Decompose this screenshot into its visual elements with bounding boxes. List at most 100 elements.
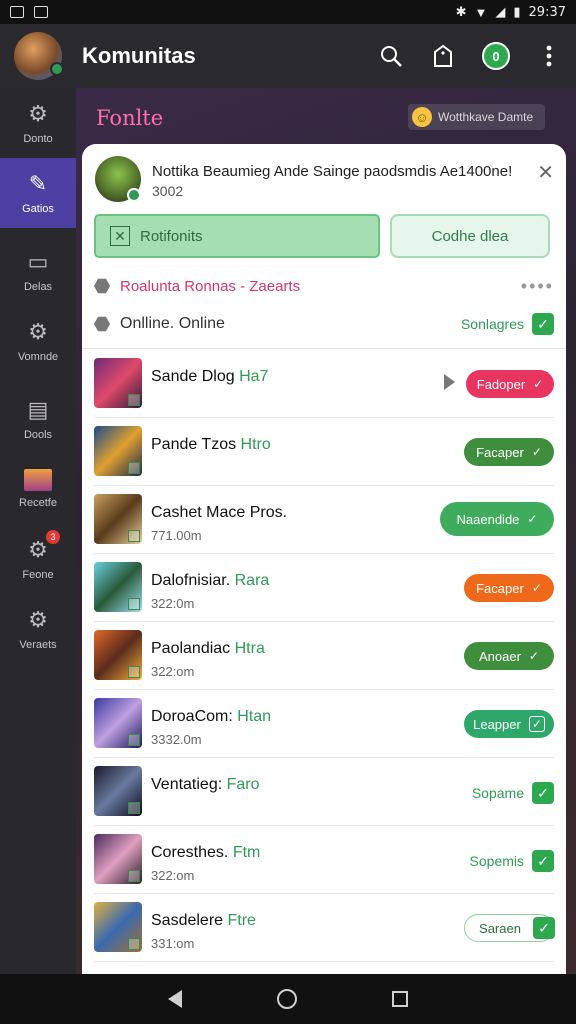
game-thumbnail [94,766,142,816]
item-name: DoroaCom: [151,708,233,725]
action-button[interactable]: Fadoper ✓ [466,370,554,398]
action-label: Sopemis [469,853,524,869]
item-name: Cashet Mace Pros. [151,504,288,521]
primary-button-label: Rotifonits [140,227,203,245]
item-sub: 322:om [151,664,195,679]
sheet-sub: 3002 [152,183,184,200]
action-label: Facaper [476,444,524,460]
list-item[interactable]: DoroaCom: Htan 3332.0m Leapper ✓ [94,690,554,758]
item-sub: 322:0m [151,596,195,611]
more-horiz-icon[interactable]: •••• [521,276,554,297]
close-box-icon: ✕ [110,226,130,246]
item-highlight: Ha7 [239,368,269,385]
rail-item-label: Gatios [22,203,54,215]
document-icon: ▤ [27,397,49,422]
gear-icon: ⚙ [28,101,48,126]
check-icon: ✓ [528,649,539,663]
game-thumbnail [94,698,142,748]
item-highlight: Htra [234,640,265,657]
rail-item-label: Dools [23,429,53,441]
item-sub: 771.00m [151,528,202,543]
game-thumbnail [94,562,142,612]
item-sub: 322:om [151,868,195,883]
list-item[interactable]: Ventatieg: Faro Sopame ✓ [94,758,554,826]
action-label: Anoaer [479,648,521,664]
member-list: Sande Dlog Ha7 Fadoper ✓ Pande Tzos Htro … [82,350,566,962]
action-label: Saraen [479,920,521,936]
home-icon[interactable] [276,989,297,1009]
action-label: Leapper [473,716,521,732]
action-button[interactable]: Saraen ✓ [464,914,555,942]
rail-item-label: Veraets [19,639,57,651]
action-button[interactable]: Facaper ✓ [464,438,554,466]
check-icon: ✓ [527,512,538,526]
rail-item-label: Recetfe [19,497,57,509]
check-icon: ✓ [531,445,542,459]
close-icon[interactable]: ✕ [537,160,554,185]
status-indicator-icon[interactable]: 0 [482,42,510,70]
list-item[interactable]: Sande Dlog Ha7 Fadoper ✓ [94,350,554,418]
item-name: Dalofnisiar. [151,572,231,589]
search-icon[interactable] [378,43,404,69]
list-item[interactable]: Coresthes. Ftm 322:om Sopemis ✓ [94,826,554,894]
item-highlight: Htro [240,436,271,453]
rail-item-dools[interactable]: ▤ Dools [0,384,76,454]
recent-apps-icon[interactable] [392,991,409,1007]
checkbox-checked[interactable]: ✓ [532,850,554,872]
sheet-message: Nottika Beaumieg Ande Saingе paodsmdis A… [152,163,513,180]
profile-avatar[interactable] [14,32,64,80]
primary-button[interactable]: ✕ Rotifonits [94,214,380,258]
rail-item-donto[interactable]: ⚙ Donto [0,88,76,158]
online-dot-icon [50,62,64,76]
action-button[interactable]: Anoaer ✓ [464,642,554,670]
checkbox-checked[interactable]: ✓ [532,782,554,804]
check-icon: ✓ [531,581,542,595]
action-button[interactable]: Leapper ✓ [464,710,554,738]
section-title: Roalunta Ronnas - Zaearts [120,277,301,295]
sheet-avatar [95,156,141,202]
action-label: Fadoper [476,376,526,392]
rail-item-vomnde[interactable]: ⚙ Vomnde [0,306,76,376]
action-label: Naaendide [456,511,520,527]
rail-item-label: Delas [23,281,53,293]
list-item[interactable]: Sasdelere Ftre 331:om Saraen ✓ [94,894,555,962]
action-label: Facaper [476,580,524,596]
rail-item-delas[interactable]: ▭ Delas [0,236,76,306]
checkbox-checked[interactable]: ✓ [532,313,554,335]
play-icon[interactable] [444,374,455,390]
hero-pill[interactable]: ☺ Wotthkave Damte [408,104,546,130]
check-icon: ✓ [528,716,545,732]
item-sub: 331:om [151,936,195,951]
item-name: Ventatieg: [151,776,223,793]
list-item[interactable]: Dalofnisiar. Rara 322:0m Facaper ✓ [94,554,554,622]
game-thumbnail [94,834,142,884]
item-name: Sande Dlog [151,368,235,385]
list-item[interactable]: Pande Tzos Htro Facaper ✓ [94,418,554,486]
rail-item-feone[interactable]: ⚙ 3 Feone [0,524,76,594]
divider [82,348,566,349]
check-icon: ✓ [533,377,544,391]
picture-icon: ▭ [27,249,49,274]
system-nav-bar [0,974,576,1024]
image-notification-icon [34,6,48,18]
tag-icon[interactable] [430,43,456,69]
game-thumbnail [94,630,142,680]
secondary-button[interactable]: Codhe dlea [390,214,550,258]
list-item[interactable]: Cashet Mace Pros. 771.00m Naaendide ✓ [94,486,554,554]
hexagon-icon [94,278,110,294]
rail-item-veraets[interactable]: ⚙ Veraets [0,594,76,664]
smiley-icon: ☺ [412,107,432,127]
more-vert-icon[interactable] [536,43,562,69]
action-button[interactable]: Naaendide ✓ [440,502,554,536]
online-status: Sonlagres [460,316,524,332]
rail-item-gatios[interactable]: ✎ Gatios [0,158,76,228]
rail-item-recetfe[interactable]: Recetfe [0,454,76,524]
list-item[interactable]: Paolandiac Htra 322:om Anoaer ✓ [94,622,554,690]
item-name: Coresthes. [151,844,229,861]
rail-item-label: Vomnde [17,351,59,363]
navigation-rail: ⚙ Donto ✎ Gatios ▭ Delas ⚙ Vomnde ▤ Dool… [0,88,76,974]
hero-title: Fonlte [96,106,164,130]
back-icon[interactable] [167,990,182,1008]
action-button[interactable]: Facaper ✓ [464,574,554,602]
item-sub: 3332.0m [151,732,202,747]
